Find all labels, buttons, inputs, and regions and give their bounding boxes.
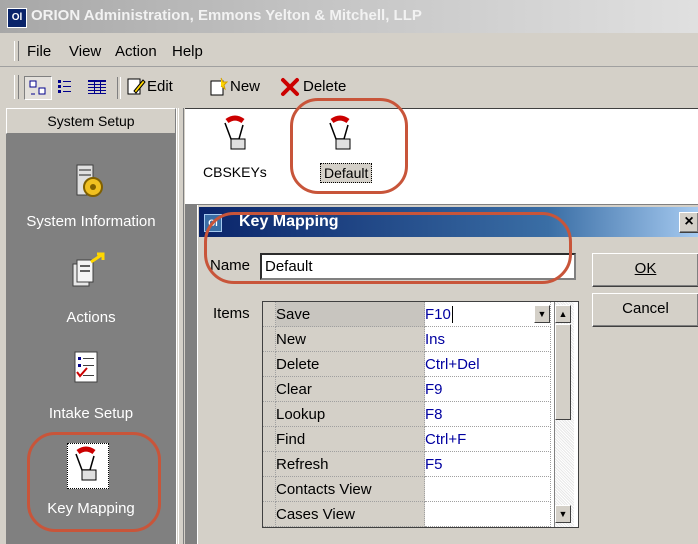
row-header[interactable] [263,351,276,377]
toolbar-separator [117,77,121,99]
chevron-down-icon: ▼ [537,309,547,319]
key-cell[interactable]: F5 [424,451,551,477]
key-cell[interactable]: Ins [424,326,551,352]
menu-action[interactable]: Action [115,43,157,60]
table-row[interactable]: Cases View [263,501,551,527]
key-cell[interactable]: F10 [424,302,551,327]
pane-splitter[interactable] [178,108,184,544]
cancel-button[interactable]: Cancel [592,293,698,327]
key-cell[interactable] [424,476,551,502]
large-icons-view-button[interactable] [24,76,52,100]
table-row[interactable]: New Ins [263,326,551,352]
row-header[interactable] [263,326,276,352]
details-icon [88,80,106,94]
key-mapping-grid[interactable]: Save F10 New Ins Delete Ctrl+Del Clear F… [262,301,579,528]
details-view-button[interactable] [84,76,110,98]
list-view-button[interactable] [54,76,80,98]
app-icon: Ol [7,8,27,28]
key-cell[interactable]: Ctrl+F [424,426,551,452]
sidebar-item-intake-setup[interactable]: Intake Setup [6,405,176,422]
scroll-down-button[interactable]: ▼ [555,505,571,523]
edit-label: Edit [147,78,173,95]
table-row[interactable]: Refresh F5 [263,451,551,477]
menu-grip[interactable] [14,41,19,61]
menu-bar: File View Action Help [0,37,698,67]
action-cell[interactable]: Find [275,426,425,452]
table-row[interactable]: Save F10 [263,302,551,327]
new-label: New [230,78,261,95]
edit-button[interactable]: Edit [124,76,202,98]
table-row[interactable]: Contacts View [263,476,551,502]
action-cell[interactable]: Contacts View [275,476,425,502]
table-row[interactable]: Delete Ctrl+Del [263,351,551,377]
hand-key-icon[interactable] [217,113,257,157]
dialog-close-button[interactable]: × [679,212,698,233]
keymap-list [185,108,698,204]
row-header[interactable] [263,501,276,527]
key-value: F10 [425,305,451,323]
actions-icon[interactable] [67,252,107,292]
action-cell[interactable]: Cases View [275,501,425,527]
key-cell[interactable] [424,501,551,527]
menu-view[interactable]: View [69,43,101,60]
new-button[interactable]: New [207,76,273,98]
row-header[interactable] [263,426,276,452]
key-mapping-table: Save F10 New Ins Delete Ctrl+Del Clear F… [263,302,551,527]
action-cell[interactable]: Save [275,302,425,327]
ok-label: OK [634,260,657,277]
row-header[interactable] [263,302,276,327]
edit-icon [127,78,146,95]
items-label: Items [213,305,250,322]
menu-file[interactable]: File [27,43,51,60]
arrow-up-icon: ▲ [558,309,568,319]
keymap-item-cbskeys[interactable]: CBSKEYs [203,164,267,180]
text-caret [451,305,458,323]
row-header[interactable] [263,476,276,502]
list-icon [58,80,71,93]
annotation-circle-default [290,98,408,194]
action-cell[interactable]: Refresh [275,451,425,477]
cancel-label: Cancel [622,300,669,317]
key-cell[interactable]: F8 [424,401,551,427]
delete-button[interactable]: Delete [279,76,359,98]
server-gear-icon[interactable] [67,161,107,201]
key-dropdown-button[interactable]: ▼ [534,305,550,323]
action-cell[interactable]: Delete [275,351,425,377]
delete-label: Delete [303,78,347,95]
annotation-circle-key-mapping [27,432,161,532]
checklist-icon[interactable] [67,348,107,388]
ok-button[interactable]: OK [592,253,698,287]
new-document-icon [210,77,229,96]
large-icons-icon [29,80,46,95]
action-cell[interactable]: New [275,326,425,352]
row-header[interactable] [263,376,276,402]
window-title-bar[interactable]: Ol ORION Administration, Emmons Yelton &… [0,0,698,33]
sidebar-item-actions[interactable]: Actions [6,309,176,326]
row-header[interactable] [263,401,276,427]
table-row[interactable]: Lookup F8 [263,401,551,427]
table-row[interactable]: Find Ctrl+F [263,426,551,452]
key-cell[interactable]: Ctrl+Del [424,351,551,377]
action-cell[interactable]: Lookup [275,401,425,427]
key-cell[interactable]: F9 [424,376,551,402]
action-cell[interactable]: Clear [275,376,425,402]
table-row[interactable]: Clear F9 [263,376,551,402]
sidebar-header-system-setup[interactable]: System Setup [6,108,176,134]
row-header[interactable] [263,451,276,477]
menu-help[interactable]: Help [172,43,203,60]
delete-x-icon [281,78,299,96]
window-title: ORION Administration, Emmons Yelton & Mi… [31,7,422,24]
sidebar-item-system-information[interactable]: System Information [6,213,176,230]
scroll-up-button[interactable]: ▲ [555,305,571,323]
arrow-down-icon: ▼ [558,509,568,519]
annotation-circle-dialog-title [204,212,572,284]
toolbar-grip[interactable] [14,75,19,99]
scroll-thumb[interactable] [555,324,571,420]
